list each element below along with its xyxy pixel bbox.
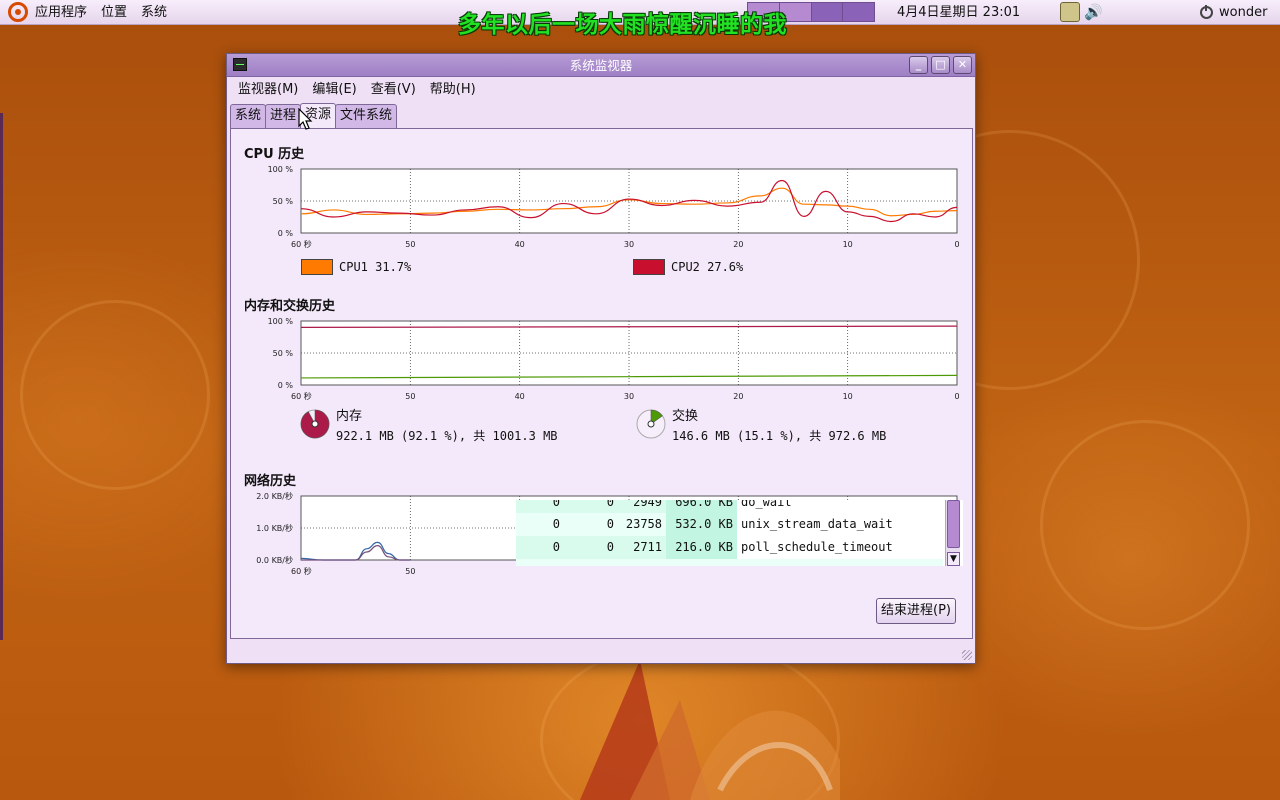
process-cell: 0: [552, 540, 560, 554]
memory-x-tick-label: 20: [733, 392, 743, 401]
process-cell: 2711: [633, 540, 662, 554]
cpu2-legend-label: CPU2 27.6%: [671, 260, 744, 274]
process-cell: 0: [552, 517, 560, 531]
memory-x-tick-label: 10: [843, 392, 853, 401]
resources-panel: CPU 历史 内存和交换历史 网络历史 100 % 50 % 0 % 60 秒 50 40…: [230, 128, 973, 639]
cpu-x-tick-label: 0: [954, 240, 959, 249]
swap-label: 交换: [672, 409, 699, 424]
cpu-y-tick-label: 100 %: [268, 165, 294, 174]
close-button[interactable]: ✕: [953, 56, 972, 74]
scrollbar-thumb[interactable]: [947, 500, 960, 548]
process-memory-cell: 216.0 KB: [666, 536, 737, 559]
memory-label: 内存: [336, 409, 363, 424]
swap-value: 146.6 MB (15.1 %), 共 972.6 MB: [672, 429, 887, 443]
menu-help[interactable]: 帮助(H): [423, 77, 483, 102]
user-switcher[interactable]: wonder: [1200, 0, 1267, 25]
memory-y-tick-label: 0 %: [278, 381, 294, 390]
minimize-button[interactable]: _: [909, 56, 928, 74]
menu-monitor[interactable]: 监视器(M): [231, 77, 305, 102]
wallpaper-swirl: [1040, 420, 1250, 630]
clock[interactable]: 4月4日星期日 23:01: [897, 0, 1020, 25]
cpu1-swatch[interactable]: [301, 259, 333, 275]
cpu-x-tick-label: 10: [843, 240, 853, 249]
memory-x-tick-label: 50: [405, 392, 415, 401]
menu-view[interactable]: 查看(V): [364, 77, 423, 102]
scroll-down-arrow-icon[interactable]: ▼: [947, 552, 960, 566]
cpu-x-tick-label: 40: [515, 240, 525, 249]
network-x-tick-label: 50: [405, 567, 415, 576]
process-cell: 0: [606, 540, 614, 554]
resize-grip-icon[interactable]: [962, 650, 972, 660]
process-list-overlay[interactable]: 0 0 2949 696.0 KB do_wait 0 0 23758 532.…: [516, 500, 963, 566]
power-icon: [1200, 5, 1213, 19]
cpu-y-tick-label: 50 %: [273, 197, 294, 206]
memory-x-tick-label: 30: [624, 392, 634, 401]
wallpaper-logo: [580, 660, 840, 800]
wallpaper-swirl: [20, 300, 210, 490]
mouse-cursor-icon: [298, 108, 313, 130]
process-cell: 23758: [625, 517, 662, 531]
panel-menu-applications[interactable]: 应用程序: [28, 0, 94, 25]
memory-value: 922.1 MB (92.1 %), 共 1001.3 MB: [336, 429, 558, 443]
workspace-3[interactable]: [811, 3, 844, 21]
cpu1-legend-label: CPU1 31.7%: [339, 260, 412, 274]
network-y-tick-label: 2.0 KB/秒: [256, 491, 293, 501]
network-x-tick-label: 60 秒: [291, 566, 312, 576]
lyric-overlay: 多年以后一场大雨惊醒沉睡的我: [458, 12, 787, 38]
menu-edit[interactable]: 编辑(E): [305, 77, 363, 102]
system-monitor-window: 系统监视器 _ □ ✕ 监视器(M) 编辑(E) 查看(V) 帮助(H) 系统 …: [226, 53, 976, 664]
window-title: 系统监视器: [569, 58, 633, 73]
memory-x-tick-label: 0: [954, 392, 959, 401]
cpu-x-tick-label: 30: [624, 240, 634, 249]
process-cell: 0: [606, 500, 614, 509]
swap-pie[interactable]: [635, 408, 667, 440]
process-cell: 0: [606, 517, 614, 531]
table-row[interactable]: 0 0 2711 216.0 KB poll_schedule_timeout: [516, 536, 943, 559]
wallpaper-left-edge: [0, 113, 3, 640]
network-y-tick-label: 1.0 KB/秒: [256, 523, 293, 533]
tab-file-systems[interactable]: 文件系统: [335, 104, 398, 128]
cpu-x-tick-label: 50: [405, 240, 415, 249]
process-wait-channel-cell: poll_schedule_timeout: [737, 536, 943, 559]
swap-pie-center: [647, 420, 655, 428]
notes-applet-icon[interactable]: [1060, 2, 1080, 22]
cpu-x-tick-label: 20: [733, 240, 743, 249]
panel-menu-places[interactable]: 位置: [94, 0, 134, 25]
cpu2-swatch[interactable]: [633, 259, 665, 275]
process-wait-channel-cell: unix_stream_data_wait: [737, 513, 943, 536]
workspace-4[interactable]: [843, 3, 874, 21]
end-process-button[interactable]: 结束进程(P): [876, 598, 956, 624]
table-row[interactable]: 0 0 2949 696.0 KB do_wait: [516, 500, 943, 514]
process-cell: 0: [552, 500, 560, 509]
ubuntu-logo-icon[interactable]: [8, 2, 28, 22]
maximize-button[interactable]: □: [931, 56, 950, 74]
user-name: wonder: [1219, 5, 1268, 20]
process-wait-channel-cell: do_wait: [737, 500, 943, 514]
memory-x-tick-label: 40: [515, 392, 525, 401]
cpu-x-tick-label: 60 秒: [291, 239, 312, 249]
process-cell: 2949: [633, 500, 662, 509]
cpu-y-tick-label: 0 %: [278, 229, 294, 238]
memory-y-tick-label: 100 %: [268, 317, 294, 326]
memory-pie-center: [311, 420, 319, 428]
table-row[interactable]: 0 0 23758 532.0 KB unix_stream_data_wait: [516, 513, 943, 536]
tab-system[interactable]: 系统: [230, 104, 267, 128]
memory-pie[interactable]: [299, 408, 331, 440]
process-list-scrollbar[interactable]: ▼: [945, 500, 960, 566]
process-memory-cell: 696.0 KB: [666, 500, 737, 514]
volume-icon[interactable]: 🔊: [1084, 3, 1103, 21]
panel-menu-system[interactable]: 系统: [134, 0, 174, 25]
table-row[interactable]: [516, 559, 943, 566]
network-y-tick-label: 0.0 KB/秒: [256, 555, 293, 565]
window-statusbar: [227, 643, 975, 663]
memory-x-tick-label: 60 秒: [291, 391, 312, 401]
menubar: 监视器(M) 编辑(E) 查看(V) 帮助(H): [227, 77, 975, 102]
memory-y-tick-label: 50 %: [273, 349, 294, 358]
process-memory-cell: 532.0 KB: [666, 513, 737, 536]
window-titlebar[interactable]: 系统监视器 _ □ ✕: [227, 54, 975, 77]
